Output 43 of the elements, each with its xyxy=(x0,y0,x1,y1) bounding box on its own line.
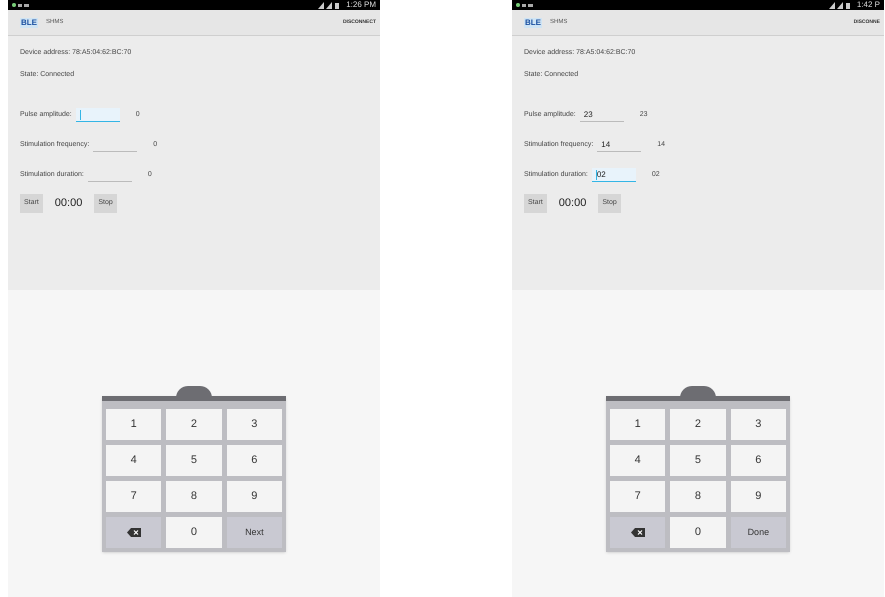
input-value: 14 xyxy=(601,138,610,150)
backspace-icon xyxy=(630,528,645,537)
digit-key[interactable]: 5 xyxy=(166,445,222,476)
backspace-icon xyxy=(126,528,141,537)
digit-key[interactable]: 1 xyxy=(610,409,666,440)
digit-key[interactable]: 9 xyxy=(730,481,786,512)
number-input[interactable] xyxy=(76,108,120,122)
app-logo: BLE xyxy=(524,18,542,28)
digit-key[interactable]: 3 xyxy=(730,409,786,440)
timer: 00:00 xyxy=(54,196,82,211)
number-input[interactable]: 02 xyxy=(592,168,636,182)
action-key[interactable]: Next xyxy=(226,517,282,548)
digit-key[interactable]: 3 xyxy=(226,409,282,440)
input-value: 23 xyxy=(584,108,593,120)
notification-icons xyxy=(516,2,534,8)
text-cursor xyxy=(596,170,597,180)
number-input[interactable]: 23 xyxy=(580,108,624,122)
digit-key[interactable]: 7 xyxy=(106,481,162,512)
digit-key[interactable]: 2 xyxy=(166,409,222,440)
digit-key[interactable]: 6 xyxy=(730,445,786,476)
digit-key[interactable]: 5 xyxy=(670,445,726,476)
digit-key[interactable]: 6 xyxy=(226,445,282,476)
backspace-key[interactable] xyxy=(610,517,666,548)
input-value: 02 xyxy=(596,168,606,180)
action-key[interactable]: Done xyxy=(730,517,786,548)
digit-key[interactable]: 8 xyxy=(670,481,726,512)
digit-key[interactable]: 2 xyxy=(670,409,726,440)
status-time: 1:26 PM xyxy=(346,1,376,9)
digit-key[interactable]: 0 xyxy=(670,517,726,548)
digit-key[interactable]: 0 xyxy=(166,517,222,548)
digit-key[interactable]: 7 xyxy=(610,481,666,512)
timer: 00:00 xyxy=(558,196,586,211)
status-time: 1:42 P xyxy=(856,1,880,9)
digit-key[interactable]: 8 xyxy=(166,481,222,512)
text-cursor xyxy=(80,110,81,120)
digit-key[interactable]: 1 xyxy=(106,409,162,440)
digit-key[interactable]: 4 xyxy=(106,445,162,476)
backspace-key[interactable] xyxy=(106,517,162,548)
digit-key[interactable]: 9 xyxy=(226,481,282,512)
notification-icons xyxy=(12,2,30,8)
digit-key[interactable]: 4 xyxy=(610,445,666,476)
app-logo: BLE xyxy=(20,18,38,28)
number-input[interactable]: 14 xyxy=(597,138,642,152)
